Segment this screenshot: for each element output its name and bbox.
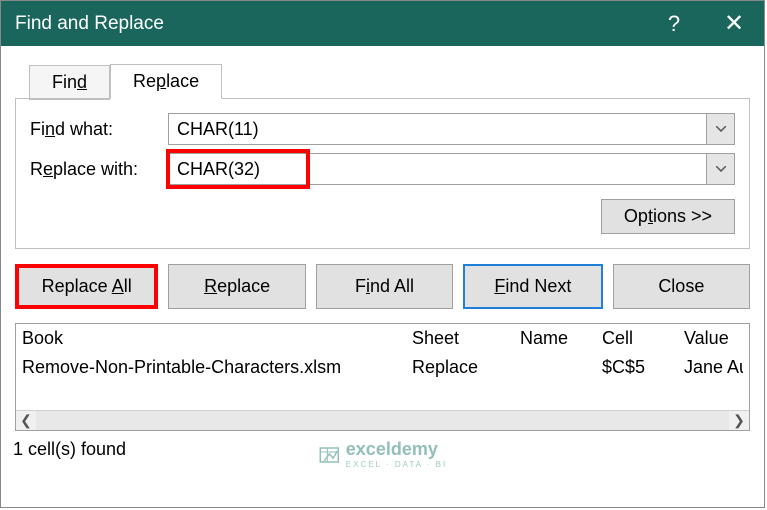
cell-name: [520, 357, 602, 378]
horizontal-scrollbar[interactable]: ❮ ❯: [16, 410, 749, 430]
replace-button[interactable]: Replace: [168, 264, 305, 309]
options-row: Options >>: [30, 199, 735, 234]
tab-find[interactable]: Find: [29, 65, 110, 100]
action-buttons: Replace All Replace Find All Find Next C…: [1, 250, 764, 323]
tab-find-label: Find: [52, 72, 87, 92]
chevron-down-icon: [716, 166, 726, 172]
tab-replace[interactable]: Replace: [110, 64, 222, 99]
tab-strip: Find Replace: [1, 46, 764, 99]
cell-value: Jane Austin: [684, 357, 743, 378]
col-header-cell[interactable]: Cell: [602, 328, 684, 349]
chevron-down-icon: [716, 126, 726, 132]
help-button[interactable]: ?: [644, 1, 704, 46]
replace-with-row: Replace with:: [30, 153, 735, 185]
find-what-dropdown-button[interactable]: [706, 114, 734, 144]
replace-with-dropdown-button[interactable]: [706, 154, 734, 184]
replace-all-button[interactable]: Replace All: [15, 264, 158, 309]
status-bar: 1 cell(s) found: [7, 435, 750, 464]
options-button[interactable]: Options >>: [601, 199, 735, 234]
form-panel: Find what: Replace with: Options >>: [15, 98, 750, 249]
results-list[interactable]: Book Sheet Name Cell Value Remove-Non-Pr…: [15, 323, 750, 431]
find-what-combo[interactable]: [168, 113, 735, 145]
find-what-label: Find what:: [30, 119, 168, 140]
find-what-row: Find what:: [30, 113, 735, 145]
dialog-title: Find and Replace: [15, 13, 644, 35]
col-header-value[interactable]: Value: [684, 328, 743, 349]
scroll-left-arrow-icon[interactable]: ❮: [16, 411, 36, 431]
find-replace-dialog: Find and Replace ? ✕ Find Replace Find w…: [0, 0, 765, 508]
col-header-name[interactable]: Name: [520, 328, 602, 349]
find-next-button[interactable]: Find Next: [463, 264, 602, 309]
replace-with-input[interactable]: [169, 154, 706, 184]
cell-cell: $C$5: [602, 357, 684, 378]
results-row[interactable]: Remove-Non-Printable-Characters.xlsm Rep…: [16, 353, 749, 382]
col-header-sheet[interactable]: Sheet: [412, 328, 520, 349]
scroll-track[interactable]: [36, 411, 729, 430]
cell-sheet: Replace: [412, 357, 520, 378]
find-what-input[interactable]: [169, 114, 706, 144]
replace-with-label: Replace with:: [30, 159, 168, 180]
close-window-button[interactable]: ✕: [704, 1, 764, 46]
scroll-right-arrow-icon[interactable]: ❯: [729, 411, 749, 431]
find-all-button[interactable]: Find All: [316, 264, 453, 309]
results-header: Book Sheet Name Cell Value: [16, 324, 749, 353]
replace-with-combo[interactable]: [168, 153, 735, 185]
close-button[interactable]: Close: [613, 264, 750, 309]
cell-book: Remove-Non-Printable-Characters.xlsm: [22, 357, 412, 378]
col-header-book[interactable]: Book: [22, 328, 412, 349]
title-bar: Find and Replace ? ✕: [1, 1, 764, 46]
tab-replace-label: Replace: [133, 71, 199, 91]
